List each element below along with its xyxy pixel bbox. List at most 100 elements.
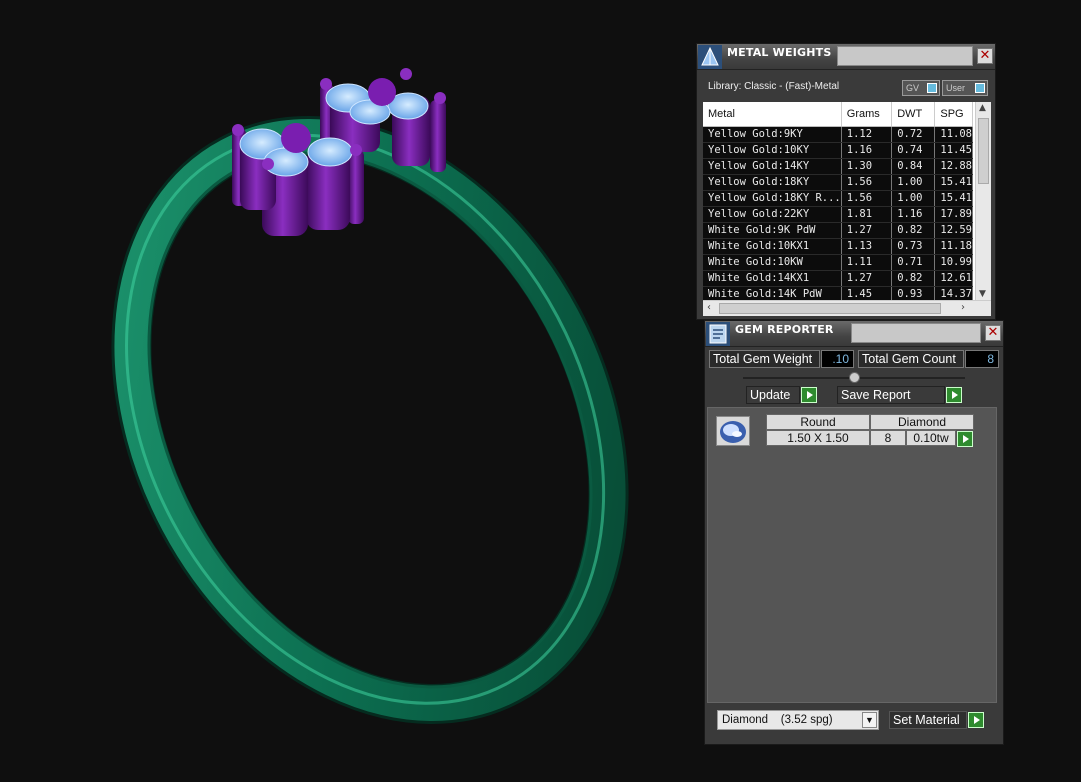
table-row[interactable]: White Gold:10KX1 1.13 0.73 11.18 (703, 238, 973, 255)
metal-name-cell: Yellow Gold:14KY (703, 158, 842, 175)
scroll-up-icon[interactable]: ▲ (979, 103, 986, 113)
gem-list[interactable]: Round Diamond 1.50 X 1.50 8 0.10tw (707, 407, 997, 703)
grams-cell: 1.30 (841, 158, 893, 175)
total-gem-count-label: Total Gem Count (858, 350, 964, 368)
metal-table-horizontal-scrollbar[interactable]: ‹ › (703, 300, 991, 316)
table-row[interactable]: Yellow Gold:10KY 1.16 0.74 11.45 (703, 142, 973, 159)
dwt-cell: 1.00 (891, 190, 936, 207)
metal-weights-table: Metal Grams DWT SPG Yellow Gold:9KY 1.12 0… (703, 102, 973, 303)
grams-cell: 1.16 (841, 142, 893, 159)
spg-cell: 15.41 (934, 174, 973, 191)
ring-head (232, 68, 446, 236)
table-header-row: Metal Grams DWT SPG (703, 102, 973, 127)
gv-toggle-label: GV (906, 83, 920, 93)
grams-cell: 1.11 (841, 254, 893, 271)
gem-reporter-panel: GEM REPORTER ✕ Total Gem Weight .10 Tota… (704, 320, 1004, 745)
metal-weights-close-icon[interactable]: ✕ (977, 48, 993, 64)
chevron-down-icon[interactable]: ▼ (862, 712, 877, 728)
column-header-metal[interactable]: Metal (703, 102, 842, 127)
save-report-go-icon[interactable] (946, 387, 962, 403)
metal-weights-title: METAL WEIGHTS (727, 46, 832, 59)
table-row[interactable]: Yellow Gold:18KY R... 1.56 1.00 15.41 (703, 190, 973, 207)
scroll-down-icon[interactable]: ▼ (979, 289, 986, 299)
user-toggle-label: User (946, 83, 966, 93)
scroll-thumb[interactable] (719, 303, 941, 314)
scroll-left-icon[interactable]: ‹ (707, 302, 711, 313)
library-label: Library: Classic - (Fast)-Metal (708, 81, 840, 92)
diamond-gem-thumbnail[interactable] (716, 416, 750, 446)
metal-name-cell: Yellow Gold:18KY (703, 174, 842, 191)
spg-cell: 15.41 (934, 190, 973, 207)
table-row[interactable]: White Gold:9K PdW 1.27 0.82 12.59 (703, 222, 973, 239)
table-row[interactable]: White Gold:14KX1 1.27 0.82 12.61 (703, 270, 973, 287)
grams-cell: 1.12 (841, 126, 893, 143)
grams-cell: 1.56 (841, 174, 893, 191)
dwt-cell: 0.72 (891, 126, 936, 143)
metal-name-cell: White Gold:10KX1 (703, 238, 842, 255)
dwt-cell: 0.74 (891, 142, 936, 159)
metal-name-cell: Yellow Gold:22KY (703, 206, 842, 223)
gem-material-cell: Diamond (870, 414, 974, 430)
slider-knob-icon[interactable] (849, 372, 860, 383)
gem-shape-cell: Round (766, 414, 870, 430)
table-row[interactable]: Yellow Gold:14KY 1.30 0.84 12.88 (703, 158, 973, 175)
column-header-grams[interactable]: Grams (841, 102, 893, 127)
dwt-cell: 0.82 (891, 222, 936, 239)
table-row[interactable]: White Gold:10KW 1.11 0.71 10.99 (703, 254, 973, 271)
metal-name-cell: White Gold:10KW (703, 254, 842, 271)
set-material-go-icon[interactable] (968, 712, 984, 728)
table-row[interactable]: Yellow Gold:18KY 1.56 1.00 15.41 (703, 174, 973, 191)
grams-cell: 1.27 (841, 222, 893, 239)
metal-weights-titlebar[interactable]: METAL WEIGHTS ✕ (697, 44, 995, 70)
round-gem-icon (720, 421, 746, 443)
metal-table-vertical-scrollbar[interactable]: ▲ ▼ (975, 102, 991, 300)
dwt-cell: 0.71 (891, 254, 936, 271)
update-go-icon[interactable] (801, 387, 817, 403)
metal-name-cell: Yellow Gold:10KY (703, 142, 842, 159)
toggle-knob-icon (927, 83, 937, 93)
grams-cell: 1.27 (841, 270, 893, 287)
titlebar-fill (851, 323, 981, 343)
total-gem-count-value: 8 (965, 350, 999, 368)
gem-reporter-titlebar[interactable]: GEM REPORTER ✕ (705, 321, 1003, 347)
update-button[interactable]: Update (746, 386, 800, 404)
table-row[interactable]: Yellow Gold:22KY 1.81 1.16 17.89 (703, 206, 973, 223)
user-toggle[interactable]: User (942, 80, 988, 96)
dwt-cell: 1.16 (891, 206, 936, 223)
grams-cell: 1.13 (841, 238, 893, 255)
metal-table-container[interactable]: Metal Grams DWT SPG Yellow Gold:9KY 1.12 0… (703, 102, 991, 316)
titlebar-fill (837, 46, 973, 66)
spg-cell: 17.89 (934, 206, 973, 223)
spg-cell: 10.99 (934, 254, 973, 271)
metal-name-cell: Yellow Gold:18KY R... (703, 190, 842, 207)
table-row[interactable]: Yellow Gold:9KY 1.12 0.72 11.08 (703, 126, 973, 143)
spg-cell: 11.18 (934, 238, 973, 255)
gem-weight-cell: 0.10tw (906, 430, 956, 446)
metal-weights-panel: METAL WEIGHTS ✕ Library: Classic - (Fast… (696, 43, 996, 320)
scale-icon (698, 45, 722, 69)
gem-row-go-icon[interactable] (957, 431, 973, 447)
grams-cell: 1.81 (841, 206, 893, 223)
grams-cell: 1.56 (841, 190, 893, 207)
spg-cell: 12.59 (934, 222, 973, 239)
dwt-cell: 0.73 (891, 238, 936, 255)
ring-model[interactable] (0, 0, 690, 782)
column-header-spg[interactable]: SPG (934, 102, 973, 127)
scroll-right-icon[interactable]: › (961, 302, 965, 313)
gem-reporter-close-icon[interactable]: ✕ (985, 325, 1001, 341)
material-select-value: Diamond (3.52 spg) (722, 714, 833, 726)
gem-count-cell: 8 (870, 430, 906, 446)
material-select[interactable]: Diamond (3.52 spg) ▼ (717, 710, 879, 730)
report-icon (706, 322, 730, 346)
toggle-knob-icon (975, 83, 985, 93)
column-header-dwt[interactable]: DWT (891, 102, 936, 127)
total-gem-weight-value: .10 (821, 350, 854, 368)
save-report-button[interactable]: Save Report (837, 386, 945, 404)
dwt-cell: 0.82 (891, 270, 936, 287)
gv-toggle[interactable]: GV (902, 80, 940, 96)
set-material-button[interactable]: Set Material (889, 711, 967, 729)
3d-viewport[interactable] (0, 0, 690, 782)
scroll-thumb[interactable] (978, 118, 989, 184)
spg-cell: 12.61 (934, 270, 973, 287)
total-gem-weight-label: Total Gem Weight (709, 350, 820, 368)
